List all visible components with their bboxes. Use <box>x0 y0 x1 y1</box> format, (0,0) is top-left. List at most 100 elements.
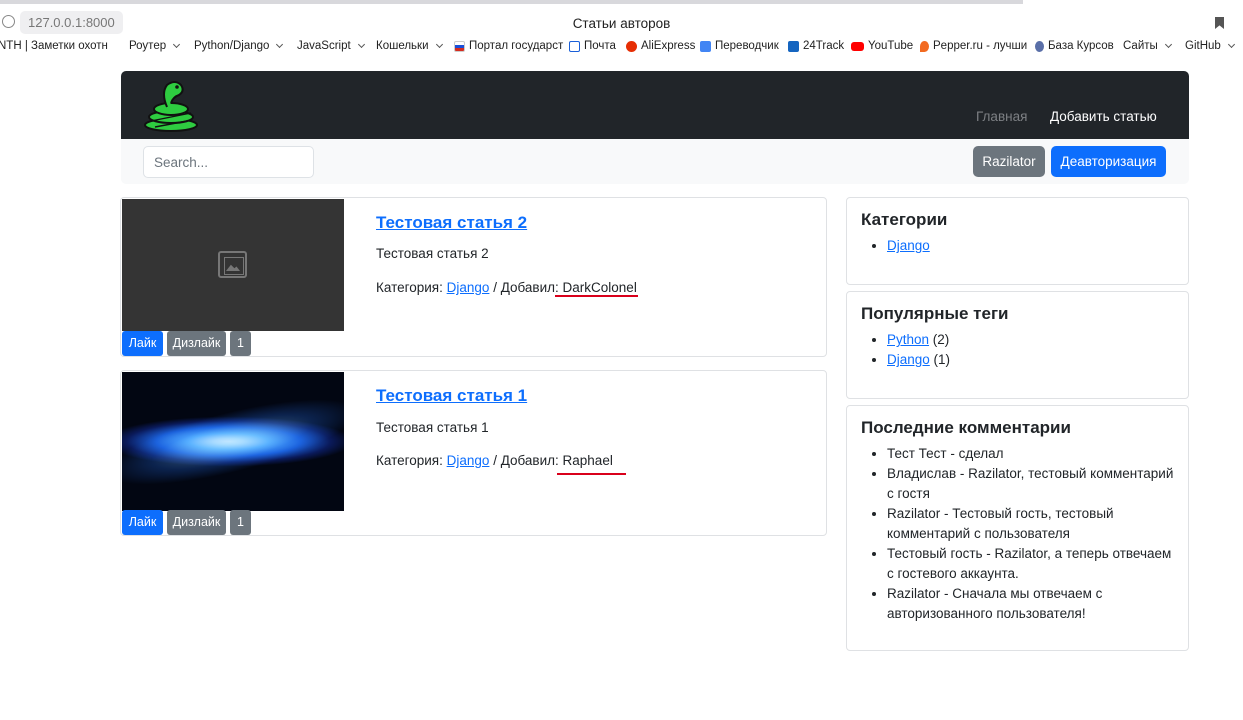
chevron-down-icon <box>276 40 284 49</box>
like-button[interactable]: Лайк <box>122 331 163 356</box>
bookmark-label: GitHub <box>1185 40 1221 52</box>
image-placeholder-icon <box>218 251 247 278</box>
article-thumbnail[interactable] <box>122 199 344 331</box>
categories-widget: Категории Django <box>846 197 1189 285</box>
bookmark-label: YouTube <box>868 40 914 52</box>
rating-count-badge: 1 <box>230 510 251 535</box>
category-prefix: Категория: <box>376 453 443 468</box>
comments-title: Последние комментарии <box>861 418 1071 437</box>
track-icon <box>788 40 799 52</box>
added-by-prefix: / Добавил: <box>493 453 559 468</box>
bookmark-label: Pepper.ru - лучши <box>933 40 1028 52</box>
flag-ru-icon <box>454 40 465 52</box>
chevron-down-icon <box>173 40 181 49</box>
tag-link[interactable]: Django <box>887 352 930 367</box>
article-category-link[interactable]: Django <box>447 280 490 295</box>
rating-count-badge: 1 <box>230 331 251 356</box>
aliexpress-icon <box>626 40 637 52</box>
tags-title: Популярные теги <box>861 304 1009 323</box>
comment-item: Razilator - Тестовый гость, тестовый ком… <box>887 504 1174 544</box>
list-item: Django <box>887 236 1174 256</box>
comment-item: Владислав - Razilator, тестовый коммента… <box>887 464 1174 504</box>
bookmark-label: Портал государст <box>469 40 564 52</box>
bookmark-folder[interactable]: Кошельки <box>376 40 443 52</box>
bookmark-label: База Курсов <box>1048 40 1114 52</box>
bookmark-label: Python/Django <box>194 40 270 52</box>
article-author: DarkColonel <box>562 280 637 295</box>
bookmark-item[interactable]: YouTube <box>851 40 913 52</box>
bookmark-item[interactable]: AliExpress <box>626 40 695 52</box>
tag-count: (2) <box>932 332 950 347</box>
search-input[interactable] <box>143 146 314 178</box>
categories-title: Категории <box>861 210 948 229</box>
bookmark-label: NTH | Заметки охотн <box>0 40 108 52</box>
chevron-down-icon <box>1227 40 1235 49</box>
article-author: Raphael <box>562 453 613 468</box>
bookmark-folder[interactable]: Python/Django <box>194 40 284 52</box>
bookmark-item[interactable]: Портал государст <box>454 40 563 52</box>
article-category-link[interactable]: Django <box>447 453 490 468</box>
article-title-link[interactable]: Тестовая статья 2 <box>376 213 527 233</box>
bookmark-folder[interactable]: Сайты <box>1123 40 1172 52</box>
browser-topbar: 127.0.0.1:8000 Статьи авторов <box>0 4 1243 36</box>
python-logo-icon[interactable] <box>141 77 201 133</box>
bookmark-label: 24Track <box>803 40 845 52</box>
tag-link[interactable]: Python <box>887 332 929 347</box>
added-by-prefix: / Добавил: <box>493 280 559 295</box>
chevron-down-icon <box>435 40 443 49</box>
category-prefix: Категория: <box>376 280 443 295</box>
bookmark-item[interactable]: NTH | Заметки охотн <box>0 40 108 52</box>
user-profile-button[interactable]: Razilator <box>973 146 1045 177</box>
article-meta: Категория: Django / Добавил: Raphael <box>376 453 613 468</box>
recent-comments-widget: Последние комментарии Тест Тест - сделал… <box>846 405 1189 651</box>
pepper-icon <box>920 40 929 52</box>
bookmark-label: Почта <box>584 40 616 52</box>
article-card: Тестовая статья 2 Тестовая статья 2 Кате… <box>120 197 827 357</box>
bookmark-label: Роутер <box>129 40 167 52</box>
article-thumbnail-galaxy[interactable] <box>122 372 344 511</box>
comments-list: Тест Тест - сделал Владислав - Razilator… <box>861 444 1174 624</box>
bookmark-item[interactable]: Переводчик <box>700 40 779 52</box>
bookmark-item[interactable]: Почта <box>569 40 616 52</box>
search-toolbar: Razilator Деавторизация <box>121 139 1189 184</box>
nav-add-article-link[interactable]: Добавить статью <box>1050 109 1157 124</box>
comment-item: Razilator - Сначала мы отвечаем с автори… <box>887 584 1174 624</box>
article-description: Тестовая статья 1 <box>376 420 489 435</box>
author-underline-annotation <box>555 295 638 297</box>
window-title: Статьи авторов <box>572 16 671 31</box>
comment-item: Тестовый гость - Razilator, а теперь отв… <box>887 544 1174 584</box>
nav-home-link[interactable]: Главная <box>976 109 1027 124</box>
bookmark-item[interactable]: 24Track <box>788 40 844 52</box>
bookmark-folder[interactable]: Роутер <box>129 40 181 52</box>
rating-controls: Лайк Дизлайк 1 <box>122 331 251 356</box>
youtube-icon <box>851 41 864 51</box>
bookmark-item[interactable]: Pepper.ru - лучши <box>920 40 1027 52</box>
category-link[interactable]: Django <box>887 238 930 253</box>
courses-icon <box>1035 40 1044 52</box>
bookmark-folder[interactable]: JavaScript <box>297 40 365 52</box>
chevron-down-icon <box>357 40 365 49</box>
bookmark-item[interactable]: База Курсов <box>1035 40 1114 52</box>
article-title-link[interactable]: Тестовая статья 1 <box>376 386 527 406</box>
dislike-button[interactable]: Дизлайк <box>167 510 226 535</box>
tags-list: Python (2) Django (1) <box>861 330 1174 370</box>
bookmarks-bar: NTH | Заметки охотн Роутер Python/Django… <box>0 38 1243 58</box>
categories-list: Django <box>861 236 1174 256</box>
bookmark-label: Сайты <box>1123 40 1158 52</box>
bookmark-label: Переводчик <box>715 40 779 52</box>
bookmark-label: JavaScript <box>297 40 351 52</box>
bookmark-folder[interactable]: GitHub <box>1185 40 1235 52</box>
bookmark-label: AliExpress <box>641 40 696 52</box>
comment-item: Тест Тест - сделал <box>887 444 1174 464</box>
translate-icon <box>700 40 711 52</box>
logout-button[interactable]: Деавторизация <box>1051 146 1166 177</box>
tag-count: (1) <box>933 352 951 367</box>
article-description: Тестовая статья 2 <box>376 246 489 261</box>
chevron-down-icon <box>1164 40 1172 49</box>
like-button[interactable]: Лайк <box>122 510 163 535</box>
author-underline-annotation <box>557 473 626 475</box>
dislike-button[interactable]: Дизлайк <box>167 331 226 356</box>
list-item: Django (1) <box>887 350 1174 370</box>
article-meta: Категория: Django / Добавил: DarkColonel <box>376 280 637 295</box>
rating-controls: Лайк Дизлайк 1 <box>122 510 251 535</box>
